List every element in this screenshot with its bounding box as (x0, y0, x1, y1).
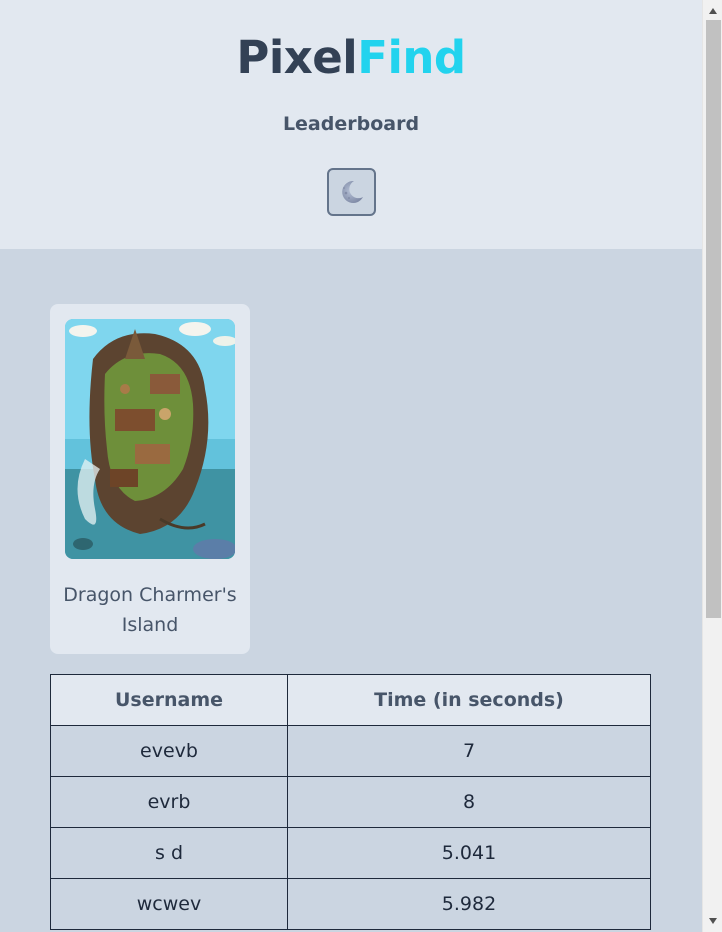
time-cell: 5.982 (287, 878, 651, 930)
theme-toggle-button[interactable] (326, 168, 376, 216)
time-cell: 8 (287, 776, 651, 828)
time-cell: 5.041 (287, 827, 651, 879)
scrollbar-thumb[interactable] (706, 20, 721, 618)
vertical-scrollbar[interactable] (702, 0, 722, 932)
scroll-down-arrow-icon[interactable] (703, 912, 722, 930)
logo-pixel-text: Pixel (236, 31, 358, 84)
level-card[interactable]: Dragon Charmer's Island (50, 304, 250, 654)
table-row: wcwev 5.982 (50, 878, 651, 930)
main-content: Dragon Charmer's Island Username Time (i… (0, 249, 702, 932)
logo[interactable]: PixelFind (236, 31, 466, 84)
table-row: s d 5.041 (50, 827, 651, 879)
username-cell: s d (50, 827, 288, 879)
level-thumbnail (65, 319, 235, 559)
column-header-username: Username (50, 674, 288, 726)
username-cell: evevb (50, 725, 288, 777)
logo-find-text: Find (357, 31, 466, 84)
leaderboard-table: Username Time (in seconds) evevb 7 evrb … (50, 674, 651, 930)
site-header: PixelFind Leaderboard (0, 0, 702, 249)
leaderboard-header-row: Username Time (in seconds) (50, 674, 651, 726)
page: PixelFind Leaderboard Dragon Charmer's I… (0, 0, 702, 932)
dragon-island-illustration (65, 319, 235, 559)
scroll-up-arrow-icon[interactable] (703, 2, 722, 20)
table-row: evevb 7 (50, 725, 651, 777)
column-header-time: Time (in seconds) (287, 674, 651, 726)
username-cell: evrb (50, 776, 288, 828)
moon-icon (342, 180, 363, 203)
table-row: evrb 8 (50, 776, 651, 828)
username-cell: wcwev (50, 878, 288, 930)
time-cell: 7 (287, 725, 651, 777)
level-title: Dragon Charmer's Island (63, 584, 237, 636)
nav-leaderboard-link[interactable]: Leaderboard (283, 112, 419, 136)
